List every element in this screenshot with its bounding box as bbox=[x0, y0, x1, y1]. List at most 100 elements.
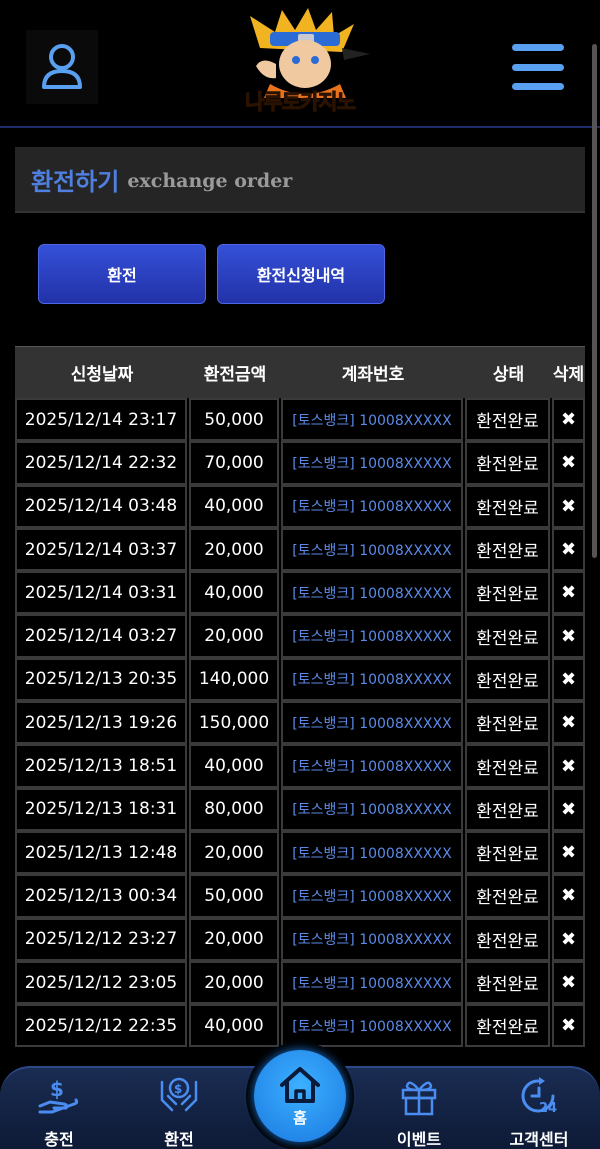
table-row: 2025/12/14 03:27 20,000 [토스뱅크] 10008XXXXX 환… bbox=[15, 614, 585, 658]
cell-account: [토스뱅크] 10008XXXXX bbox=[281, 441, 463, 485]
cell-account: [토스뱅크] 10008XXXXX bbox=[281, 657, 463, 702]
table-row: 2025/12/12 23:05 20,000 [토스뱅크] 10008XXXXX 환… bbox=[15, 960, 585, 1005]
home-button[interactable]: 홈 bbox=[254, 1050, 346, 1142]
hamburger-menu-icon bbox=[512, 44, 564, 51]
nav-event[interactable]: 이벤트 bbox=[374, 1068, 464, 1149]
svg-text:$: $ bbox=[174, 1082, 182, 1096]
nav-support[interactable]: 24 고객센터 bbox=[494, 1068, 584, 1149]
delete-row-button[interactable]: ✖ bbox=[552, 701, 585, 745]
cell-account: [토스뱅크] 10008XXXXX bbox=[281, 398, 463, 442]
delete-row-button[interactable]: ✖ bbox=[552, 571, 585, 615]
cell-date: 2025/12/14 03:37 bbox=[15, 527, 187, 572]
user-icon bbox=[42, 44, 82, 89]
cell-amount: 80,000 bbox=[189, 787, 279, 831]
nav-event-label: 이벤트 bbox=[396, 1130, 442, 1149]
cell-status: 환전완료 bbox=[465, 744, 550, 788]
logo-character-illustration bbox=[250, 8, 370, 98]
cell-date: 2025/12/14 03:48 bbox=[15, 484, 187, 528]
page-title-bar: 환전하기 exchange order bbox=[15, 147, 585, 213]
delete-row-button[interactable]: ✖ bbox=[552, 484, 585, 528]
delete-row-button[interactable]: ✖ bbox=[552, 441, 585, 485]
cell-date: 2025/12/12 23:05 bbox=[15, 960, 187, 1005]
cell-date: 2025/12/14 23:17 bbox=[15, 398, 187, 442]
exchange-hands-coin-icon: $ bbox=[160, 1077, 198, 1112]
column-header-date: 신청날짜 bbox=[70, 365, 134, 385]
cell-status: 환전완료 bbox=[465, 787, 550, 831]
page-title: 환전하기 bbox=[31, 167, 120, 196]
cell-date: 2025/12/14 03:31 bbox=[15, 571, 187, 615]
cell-amount: 50,000 bbox=[189, 874, 279, 918]
table-row: 2025/12/14 22:32 70,000 [토스뱅크] 10008XXXXX 환… bbox=[15, 441, 585, 485]
delete-row-button[interactable]: ✖ bbox=[552, 960, 585, 1005]
nav-home-label: 홈 bbox=[293, 1108, 307, 1127]
cell-date: 2025/12/13 12:48 bbox=[15, 830, 187, 875]
table-body: 2025/12/14 23:17 50,000 [토스뱅크] 10008XXXXX 환… bbox=[15, 398, 585, 1048]
cell-date: 2025/12/13 00:34 bbox=[15, 874, 187, 918]
cell-amount: 40,000 bbox=[189, 744, 279, 788]
hamburger-menu-button[interactable] bbox=[512, 44, 564, 90]
delete-row-button[interactable]: ✖ bbox=[552, 830, 585, 875]
cell-status: 환전완료 bbox=[465, 701, 550, 745]
support-24h-icon: 24 bbox=[521, 1077, 557, 1116]
nav-deposit[interactable]: $ 충전 bbox=[14, 1068, 104, 1149]
delete-row-button[interactable]: ✖ bbox=[552, 744, 585, 788]
svg-text:24: 24 bbox=[539, 1101, 557, 1116]
cell-account: [토스뱅크] 10008XXXXX bbox=[281, 960, 463, 1005]
cell-status: 환전완료 bbox=[465, 1004, 550, 1048]
cell-date: 2025/12/13 18:31 bbox=[15, 787, 187, 831]
page-subtitle: exchange order bbox=[127, 170, 293, 192]
table-row: 2025/12/14 03:31 40,000 [토스뱅크] 10008XXXXX 환… bbox=[15, 571, 585, 615]
table-row: 2025/12/13 18:51 40,000 [토스뱅크] 10008XXXXX 환… bbox=[15, 744, 585, 788]
exchange-history-table: 신청날짜 환전금액 계좌번호 상태 삭제 2025/12/14 23:17 50,… bbox=[15, 346, 585, 1048]
delete-row-button[interactable]: ✖ bbox=[552, 1004, 585, 1048]
cell-status: 환전완료 bbox=[465, 398, 550, 442]
cell-status: 환전완료 bbox=[465, 657, 550, 702]
nav-home[interactable]: 홈 bbox=[246, 1042, 354, 1149]
cell-amount: 20,000 bbox=[189, 917, 279, 961]
cell-account: [토스뱅크] 10008XXXXX bbox=[281, 917, 463, 961]
home-icon bbox=[280, 1066, 320, 1103]
delete-row-button[interactable]: ✖ bbox=[552, 657, 585, 702]
table-row: 2025/12/12 22:35 40,000 [토스뱅크] 10008XXXXX 환… bbox=[15, 1004, 585, 1048]
cell-account: [토스뱅크] 10008XXXXX bbox=[281, 787, 463, 831]
cell-status: 환전완료 bbox=[465, 441, 550, 485]
gift-icon bbox=[401, 1081, 437, 1116]
scrollbar[interactable] bbox=[592, 44, 597, 558]
delete-row-button[interactable]: ✖ bbox=[552, 787, 585, 831]
cell-account: [토스뱅크] 10008XXXXX bbox=[281, 1004, 463, 1048]
column-header-delete: 삭제 bbox=[552, 365, 585, 385]
cell-status: 환전완료 bbox=[465, 614, 550, 658]
delete-row-button[interactable]: ✖ bbox=[552, 614, 585, 658]
delete-row-button[interactable]: ✖ bbox=[552, 917, 585, 961]
cell-date: 2025/12/13 18:51 bbox=[15, 744, 187, 788]
cell-date: 2025/12/13 19:26 bbox=[15, 701, 187, 745]
cell-amount: 20,000 bbox=[189, 830, 279, 875]
cell-date: 2025/12/14 22:32 bbox=[15, 441, 187, 485]
delete-row-button[interactable]: ✖ bbox=[552, 398, 585, 442]
header: 나루토카지노 bbox=[0, 0, 600, 128]
cell-amount: 40,000 bbox=[189, 484, 279, 528]
user-profile-button[interactable] bbox=[26, 30, 98, 104]
tab-exchange-history[interactable]: 환전신청내역 bbox=[217, 244, 385, 304]
cell-amount: 50,000 bbox=[189, 398, 279, 442]
delete-row-button[interactable]: ✖ bbox=[552, 874, 585, 918]
cell-amount: 20,000 bbox=[189, 614, 279, 658]
nav-support-label: 고객센터 bbox=[509, 1130, 569, 1149]
cell-status: 환전완료 bbox=[465, 874, 550, 918]
table-row: 2025/12/13 19:26 150,000 [토스뱅크] 10008XXXXX… bbox=[15, 701, 585, 745]
cell-amount: 150,000 bbox=[189, 701, 279, 745]
cell-account: [토스뱅크] 10008XXXXX bbox=[281, 571, 463, 615]
delete-row-button[interactable]: ✖ bbox=[552, 527, 585, 572]
table-row: 2025/12/13 18:31 80,000 [토스뱅크] 10008XXXXX 환… bbox=[15, 787, 585, 831]
tab-exchange[interactable]: 환전 bbox=[38, 244, 206, 304]
cell-date: 2025/12/14 03:27 bbox=[15, 614, 187, 658]
site-logo[interactable]: 나루토카지노 bbox=[220, 8, 380, 120]
nav-exchange[interactable]: $ 환전 bbox=[134, 1068, 224, 1149]
cell-date: 2025/12/12 22:35 bbox=[15, 1004, 187, 1048]
column-header-amount: 환전금액 bbox=[203, 365, 267, 385]
table-row: 2025/12/12 23:27 20,000 [토스뱅크] 10008XXXXX 환… bbox=[15, 917, 585, 961]
cell-account: [토스뱅크] 10008XXXXX bbox=[281, 484, 463, 528]
cell-date: 2025/12/13 20:35 bbox=[15, 657, 187, 702]
cell-status: 환전완료 bbox=[465, 960, 550, 1005]
cell-status: 환전완료 bbox=[465, 527, 550, 572]
